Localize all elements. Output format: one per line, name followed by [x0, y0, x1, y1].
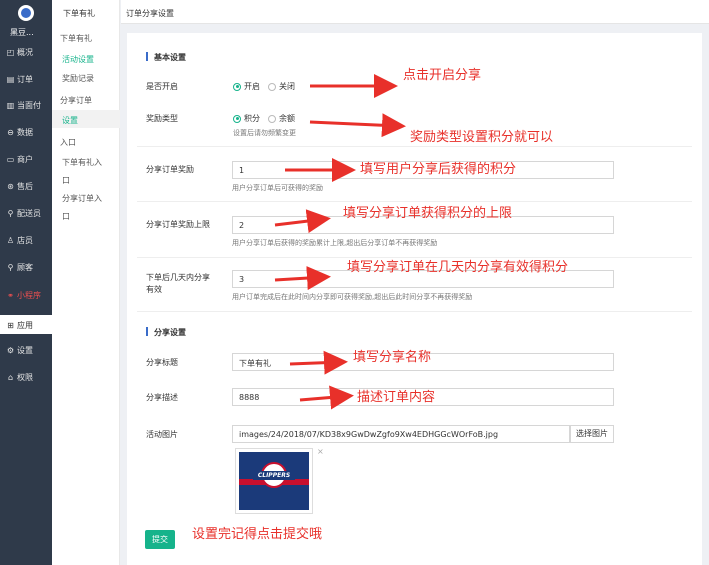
- radio-checked-icon: [233, 114, 241, 123]
- submit-button[interactable]: 提交: [145, 530, 175, 549]
- miniapp-icon: ⚭: [7, 290, 14, 300]
- sidebar-item-merchant[interactable]: ▭ 商户: [6, 151, 52, 167]
- annotation-share-title: 填写分享名称: [353, 350, 432, 365]
- settings-form: 基本设置 是否开启 开启 关闭 奖励类型 积分 余额 设置后请勿频繁变更 分享订…: [127, 33, 702, 565]
- section-share: 分享设置: [146, 327, 186, 338]
- reward-points-radio[interactable]: 积分: [233, 113, 260, 124]
- subnav-group-gift: 下单有礼: [60, 34, 92, 43]
- reward-limit-help: 用户分享订单后获得的奖励累计上限,超出后分享订单不再获得奖励: [232, 239, 438, 247]
- radio-unchecked-icon: [268, 82, 276, 91]
- annotation-reward-type: 奖励类型设置积分就可以: [410, 130, 554, 145]
- sidebar-item-data[interactable]: ⊖ 数据: [6, 124, 52, 140]
- subnav-group-share: 分享订单: [60, 96, 92, 105]
- share-desc-label: 分享描述: [146, 393, 178, 402]
- share-reward-help: 用户分享订单后可获得的奖励: [232, 184, 323, 192]
- subnav-item-activity-settings[interactable]: 活动设置: [62, 54, 94, 65]
- image-path-input[interactable]: images/24/2018/07/KD38x9GwDwZgfo9Xw4EDHG…: [232, 425, 570, 443]
- page-title: 订单分享设置: [126, 9, 174, 18]
- share-reward-label: 分享订单奖励: [146, 165, 194, 174]
- top-bar: 订单分享设置: [121, 0, 709, 24]
- remove-image-icon[interactable]: ×: [317, 447, 324, 456]
- sub-nav: 下单有礼 下单有礼 活动设置 奖励记录 分享订单 设置 入口 下单有礼入 口 分…: [52, 0, 120, 565]
- order-icon: ▤: [6, 74, 15, 84]
- delivery-icon: ⚲: [7, 208, 14, 218]
- radio-unchecked-icon: [268, 114, 276, 123]
- subnav-item-gift-entry-wrap[interactable]: 口: [62, 175, 70, 186]
- sidebar-item-customer[interactable]: ⚲ 顾客: [6, 259, 52, 275]
- sidebar-item-permission[interactable]: ⌂ 权限: [6, 369, 52, 385]
- aftersale-icon: ⊛: [7, 181, 14, 191]
- reward-limit-label: 分享订单奖励上限: [146, 220, 210, 229]
- store-icon: ▭: [6, 154, 15, 164]
- sidebar-item-face-pay[interactable]: ▥ 当面付: [6, 97, 52, 113]
- annotation-valid-days: 填写分享订单在几天内分享有效得积分: [347, 260, 569, 275]
- reward-type-label: 奖励类型: [146, 114, 178, 123]
- shop-name: 黑豆...: [10, 28, 34, 37]
- subnav-item-reward-records[interactable]: 奖励记录: [62, 73, 94, 84]
- sidebar-item-miniapp[interactable]: ⚭ 小程序: [6, 287, 52, 303]
- sidebar-item-orders[interactable]: ▤ 订单: [6, 71, 52, 87]
- share-title-label: 分享标题: [146, 358, 178, 367]
- main-sidebar: 黑豆... ◰ 概况 ▤ 订单 ▥ 当面付 ⊖ 数据 ▭ 商户 ⊛ 售后 ⚲ 配送员 ♙ 店员 …: [0, 0, 52, 565]
- sidebar-item-settings[interactable]: ⚙ 设置: [6, 342, 52, 358]
- data-icon: ⊖: [7, 127, 14, 137]
- apps-icon: ⊞: [7, 320, 14, 330]
- enable-label: 是否开启: [146, 82, 178, 91]
- chart-icon: ◰: [6, 47, 15, 57]
- subnav-group-entry: 入口: [60, 138, 76, 147]
- pay-icon: ▥: [6, 100, 15, 110]
- annotation-reward-limit: 填写分享订单获得积分的上限: [343, 206, 513, 221]
- annotation-share-desc: 描述订单内容: [357, 390, 436, 405]
- sidebar-item-overview[interactable]: ◰ 概况: [6, 44, 52, 60]
- subnav-item-share-settings[interactable]: 设置: [62, 115, 78, 126]
- reward-balance-radio[interactable]: 余额: [268, 113, 295, 124]
- sidebar-item-clerk[interactable]: ♙ 店员: [6, 232, 52, 248]
- annotation-enable: 点击开启分享: [403, 68, 482, 83]
- sub-nav-title: 下单有礼: [63, 9, 95, 18]
- subnav-item-gift-entry[interactable]: 下单有礼入: [62, 157, 102, 168]
- enable-off-radio[interactable]: 关闭: [268, 81, 295, 92]
- shop-logo-icon[interactable]: [18, 5, 34, 21]
- sidebar-item-aftersale[interactable]: ⊛ 售后: [6, 178, 52, 194]
- annotation-submit: 设置完记得点击提交哦: [192, 527, 323, 542]
- permission-icon: ⌂: [7, 372, 14, 382]
- subnav-item-share-entry-wrap[interactable]: 口: [62, 211, 70, 222]
- section-basic: 基本设置: [146, 52, 186, 63]
- annotation-share-reward: 填写用户分享后获得的积分: [360, 162, 517, 177]
- customer-icon: ⚲: [7, 262, 14, 272]
- sidebar-item-apps[interactable]: ⊞ 应用: [6, 317, 52, 333]
- clerk-icon: ♙: [6, 235, 15, 245]
- valid-days-help: 用户订单完成后在此时间内分享即可获得奖励,超出后此时间分享不再获得奖励: [232, 293, 473, 301]
- sidebar-item-delivery[interactable]: ⚲ 配送员: [6, 205, 52, 221]
- reward-type-help: 设置后请勿频繁变更: [233, 129, 296, 137]
- valid-days-label: 下单后几天内分享 有效: [146, 273, 210, 294]
- activity-image-thumbnail: CLIPPERS: [235, 448, 313, 514]
- image-label: 活动图片: [146, 430, 178, 439]
- enable-on-radio[interactable]: 开启: [233, 81, 260, 92]
- subnav-item-share-entry[interactable]: 分享订单入: [62, 193, 102, 204]
- choose-image-button[interactable]: 选择图片: [570, 425, 614, 443]
- clippers-logo: CLIPPERS: [253, 471, 295, 480]
- radio-checked-icon: [233, 82, 241, 91]
- settings-icon: ⚙: [6, 345, 15, 355]
